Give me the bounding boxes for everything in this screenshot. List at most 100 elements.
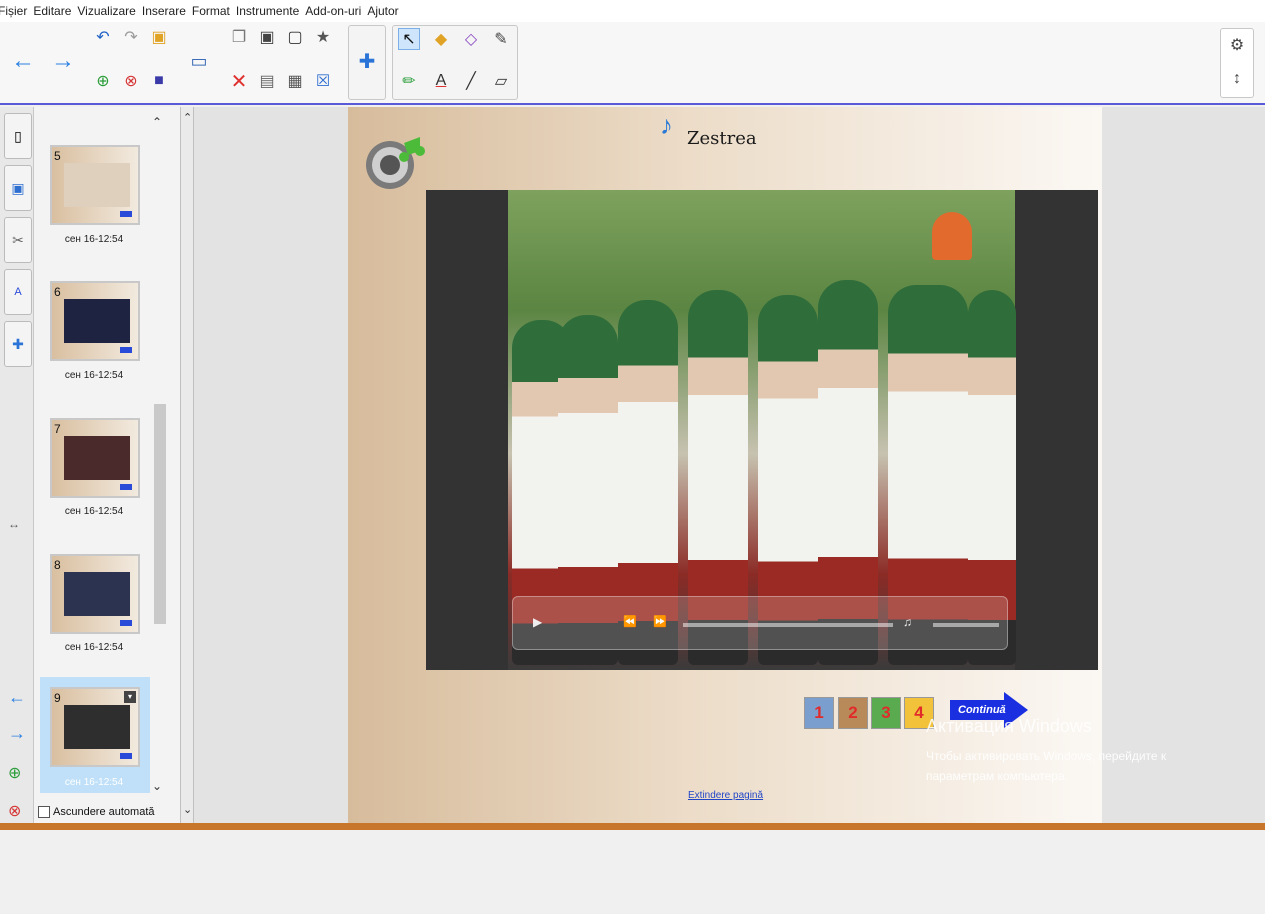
page-thumbnail-6[interactable]: 6 bbox=[50, 281, 140, 361]
autohide-checkbox[interactable] bbox=[38, 806, 50, 818]
copy-icon[interactable]: ❐ bbox=[228, 26, 250, 48]
select-icon[interactable]: ↖ bbox=[398, 28, 420, 50]
menu-format[interactable]: Format bbox=[192, 4, 230, 18]
screen-shade-icon[interactable]: ▤ bbox=[256, 70, 278, 92]
autohide-option[interactable]: Ascundere automată bbox=[38, 806, 155, 818]
menu-help[interactable]: Ajutor bbox=[367, 4, 398, 18]
menu-file[interactable]: Fișier bbox=[0, 4, 27, 18]
video-controls: ▶ ⏪ ⏩ ♫ bbox=[512, 596, 1008, 650]
page-thumbnail-7[interactable]: 7 bbox=[50, 418, 140, 498]
vertical-move-icon[interactable]: ↕ bbox=[1226, 68, 1248, 90]
rewind-icon[interactable]: ⏪ bbox=[623, 615, 637, 628]
page-thumbnail-8[interactable]: 8 bbox=[50, 554, 140, 634]
delete-page-icon-side[interactable]: ⊗ bbox=[8, 801, 26, 820]
thumbnail-number: 9 bbox=[54, 691, 61, 705]
thumbnail-preview bbox=[64, 436, 130, 480]
add-page-icon-side[interactable]: ⊕ bbox=[8, 763, 26, 782]
menu-tools[interactable]: Instrumente bbox=[236, 4, 299, 18]
line-icon[interactable]: ╱ bbox=[460, 70, 482, 92]
thumbnail-arrow bbox=[120, 753, 132, 759]
magic-icon[interactable]: ★ bbox=[312, 26, 334, 48]
properties-tab[interactable]: A bbox=[4, 269, 32, 315]
gallery-icon: ▣ bbox=[11, 179, 25, 196]
splitter-up-icon[interactable]: ⌃ bbox=[183, 111, 192, 124]
channel-logo bbox=[932, 212, 972, 260]
menu-insert[interactable]: Inserare bbox=[142, 4, 186, 18]
page-thumbnail-5[interactable]: 5 bbox=[50, 145, 140, 225]
play-icon[interactable]: ▶ bbox=[533, 615, 542, 629]
page-icon: ▯ bbox=[14, 127, 22, 144]
thumbnail-caption: сен 16-12:54 bbox=[64, 642, 124, 653]
nav-button-1[interactable]: 1 bbox=[804, 697, 834, 729]
page-sorter-tab[interactable]: ▯ bbox=[4, 113, 32, 159]
next-page-arrow-icon[interactable]: → bbox=[8, 723, 26, 743]
fast-forward-icon[interactable]: ⏩ bbox=[653, 615, 667, 628]
undo-icon[interactable]: ↶ bbox=[92, 26, 114, 48]
back-arrow-icon[interactable]: ← bbox=[11, 47, 35, 74]
thumbnail-caption: сен 16-12:54 bbox=[64, 234, 124, 245]
page-thumbnail-9[interactable]: 9 ▾ bbox=[50, 687, 140, 767]
panel-splitter[interactable]: ⌃ ⌄ bbox=[180, 107, 194, 830]
delete-icon[interactable]: ✕ bbox=[228, 70, 250, 93]
shape-icon[interactable]: ▱ bbox=[490, 70, 512, 92]
gallery-tab[interactable]: ▣ bbox=[4, 165, 32, 211]
thumbnail-number: 5 bbox=[54, 149, 61, 163]
thumbnail-caption: сен 16-12:54 bbox=[64, 777, 124, 788]
extend-page-link[interactable]: Extindere pagină bbox=[688, 790, 763, 801]
addons-tab[interactable]: ✚ bbox=[4, 321, 32, 367]
table-icon[interactable]: ▦ bbox=[284, 70, 306, 92]
activation-line-2: параметрам компьютера. bbox=[926, 769, 1068, 783]
nav-button-2[interactable]: 2 bbox=[838, 697, 868, 729]
add-page-icon[interactable]: ⊕ bbox=[92, 70, 114, 92]
pens-icon[interactable]: ✏ bbox=[398, 70, 420, 92]
attachments-tab[interactable]: ✂ bbox=[4, 217, 32, 263]
nav-button-3[interactable]: 3 bbox=[871, 697, 901, 729]
music-note-icon: ♪ bbox=[660, 110, 673, 140]
thumbnail-menu-chevron-icon[interactable]: ▾ bbox=[124, 691, 136, 703]
autohide-label: Ascundere automată bbox=[53, 806, 155, 818]
seek-bar[interactable] bbox=[683, 623, 893, 627]
thumbnail-preview bbox=[64, 163, 130, 207]
menu-edit[interactable]: Editare bbox=[33, 4, 71, 18]
thumbnail-arrow bbox=[120, 620, 132, 626]
previous-page-arrow-icon[interactable]: ← bbox=[8, 687, 26, 707]
text-icon[interactable]: A bbox=[430, 70, 452, 92]
open-folder-icon[interactable]: ▣ bbox=[148, 26, 170, 48]
capture-icon[interactable]: ▣ bbox=[256, 26, 278, 48]
scrollbar-thumb[interactable] bbox=[154, 404, 166, 624]
eraser-icon[interactable]: ◇ bbox=[460, 28, 482, 50]
menu-bar: Fișier Editare Vizualizare Inserare Form… bbox=[0, 0, 1265, 22]
thumbnail-preview bbox=[64, 572, 130, 616]
clear-icon[interactable]: ☒ bbox=[312, 70, 334, 92]
page-title: Zestrea bbox=[687, 128, 757, 149]
thumbnail-caption: сен 16-12:54 bbox=[64, 506, 124, 517]
speaker-icon[interactable] bbox=[364, 129, 428, 195]
settings-gear-icon[interactable]: ⚙ bbox=[1226, 34, 1248, 56]
screen-icon[interactable]: ▭ bbox=[188, 50, 210, 72]
splitter-down-icon[interactable]: ⌄ bbox=[183, 803, 192, 816]
delete-page-icon[interactable]: ⊗ bbox=[120, 70, 142, 92]
save-icon[interactable]: ■ bbox=[148, 70, 170, 92]
menu-addons[interactable]: Add-on-uri bbox=[305, 4, 361, 18]
fill-icon[interactable]: ◆ bbox=[430, 28, 452, 50]
add-on-puzzle-icon[interactable]: ✚ bbox=[356, 50, 378, 73]
volume-slider[interactable] bbox=[933, 623, 999, 627]
page-sorter: 5 сен 16-12:54 6 сен 16-12:54 7 сен 16-1… bbox=[34, 107, 180, 830]
thumbnail-number: 8 bbox=[54, 558, 61, 572]
thumbnail-arrow bbox=[120, 484, 132, 490]
insert-image-icon[interactable]: ▢ bbox=[284, 26, 306, 48]
scroll-up-icon[interactable]: ⌃ bbox=[152, 115, 162, 129]
continue-label: Continuă bbox=[958, 704, 1006, 716]
thumbnail-number: 7 bbox=[54, 422, 61, 436]
forward-arrow-icon[interactable]: → bbox=[51, 47, 75, 74]
thumbnail-number: 6 bbox=[54, 285, 61, 299]
resize-horizontal-icon[interactable]: ↔ bbox=[8, 517, 20, 531]
paperclip-icon: ✂ bbox=[12, 231, 24, 248]
puzzle-icon: ✚ bbox=[12, 335, 24, 352]
magic-pen-icon[interactable]: ✎ bbox=[490, 28, 512, 50]
menu-view[interactable]: Vizualizare bbox=[77, 4, 135, 18]
redo-icon[interactable]: ↷ bbox=[120, 26, 142, 48]
volume-icon[interactable]: ♫ bbox=[903, 615, 912, 629]
thumbnail-preview bbox=[64, 705, 130, 749]
toolbar: ← → ↶ ↷ ▣ ⊕ ⊗ ■ ▭ ❐ ▣ ▢ ★ ✕ ▤ ▦ ☒ ✚ ↖ ◆ … bbox=[0, 22, 1265, 105]
